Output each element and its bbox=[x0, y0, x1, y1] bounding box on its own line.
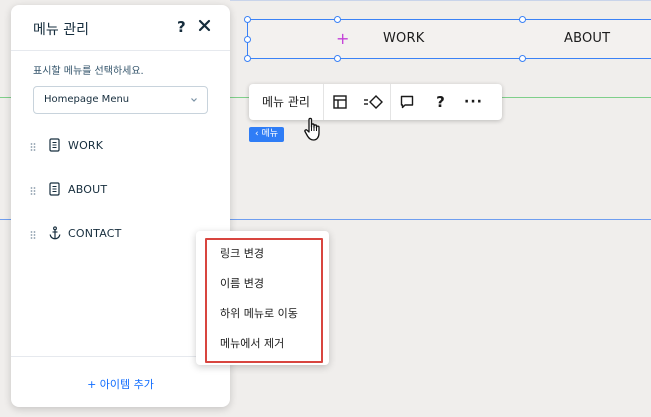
panel-header: 메뉴 관리 ? bbox=[11, 5, 230, 51]
canvas-menu-item-about[interactable]: ABOUT bbox=[564, 31, 610, 46]
anchor-icon bbox=[49, 226, 61, 240]
context-remove-from-menu[interactable]: 메뉴에서 제거 bbox=[220, 335, 284, 351]
canvas-menu-item-work[interactable]: WORK bbox=[383, 31, 424, 46]
comment-button[interactable] bbox=[391, 84, 424, 120]
resize-handle[interactable] bbox=[334, 16, 341, 23]
canvas-guide-top bbox=[230, 0, 651, 1]
menu-select-value: Homepage Menu bbox=[44, 94, 130, 105]
resize-handle[interactable] bbox=[244, 55, 251, 62]
resize-handle[interactable] bbox=[519, 55, 526, 62]
menu-item-about[interactable]: ABOUT bbox=[11, 169, 230, 213]
manage-menu-button[interactable]: 메뉴 관리 bbox=[249, 84, 324, 120]
layout-icon bbox=[333, 95, 348, 109]
more-actions-button[interactable]: ··· bbox=[457, 84, 490, 120]
resize-handle[interactable] bbox=[244, 16, 251, 23]
animation-button[interactable] bbox=[357, 84, 390, 120]
context-change-link[interactable]: 링크 변경 bbox=[220, 245, 264, 261]
panel-help-button[interactable]: ? bbox=[177, 18, 186, 36]
floating-toolbar: 메뉴 관리 ? ··· bbox=[249, 84, 502, 120]
chevron-down-icon bbox=[191, 98, 197, 102]
menu-component-chip[interactable]: ‹ 메뉴 bbox=[249, 127, 285, 142]
add-item-button[interactable]: + 아이템 추가 bbox=[11, 376, 230, 392]
hand-cursor-icon bbox=[304, 117, 320, 141]
help-button[interactable]: ? bbox=[424, 84, 457, 120]
resize-handle[interactable] bbox=[334, 55, 341, 62]
drag-handle-icon[interactable] bbox=[30, 230, 36, 240]
context-move-to-submenu[interactable]: 하위 메뉴로 이동 bbox=[220, 305, 298, 321]
animation-icon bbox=[364, 95, 384, 109]
drag-handle-icon[interactable] bbox=[30, 186, 36, 196]
resize-handle[interactable] bbox=[519, 16, 526, 23]
close-icon[interactable] bbox=[198, 19, 211, 32]
resize-handle[interactable] bbox=[244, 36, 251, 43]
panel-title: 메뉴 관리 bbox=[33, 22, 89, 38]
layout-button[interactable] bbox=[324, 84, 357, 120]
page-icon bbox=[49, 138, 60, 152]
menu-item-label: CONTACT bbox=[68, 227, 122, 240]
menu-item-label: ABOUT bbox=[68, 183, 108, 196]
menu-select-label: 표시할 메뉴를 선택하세요. bbox=[33, 66, 144, 77]
page-icon bbox=[49, 182, 60, 196]
drag-handle-icon[interactable] bbox=[30, 142, 36, 152]
canvas-menu-strip[interactable]: + WORK ABOUT bbox=[244, 16, 651, 62]
comment-icon bbox=[401, 95, 414, 109]
add-plus-icon[interactable]: + bbox=[336, 29, 349, 49]
menu-select-dropdown[interactable]: Homepage Menu bbox=[33, 86, 208, 114]
menu-item-label: WORK bbox=[68, 139, 104, 152]
context-rename[interactable]: 이름 변경 bbox=[220, 275, 264, 291]
menu-item-work[interactable]: WORK bbox=[11, 125, 230, 169]
